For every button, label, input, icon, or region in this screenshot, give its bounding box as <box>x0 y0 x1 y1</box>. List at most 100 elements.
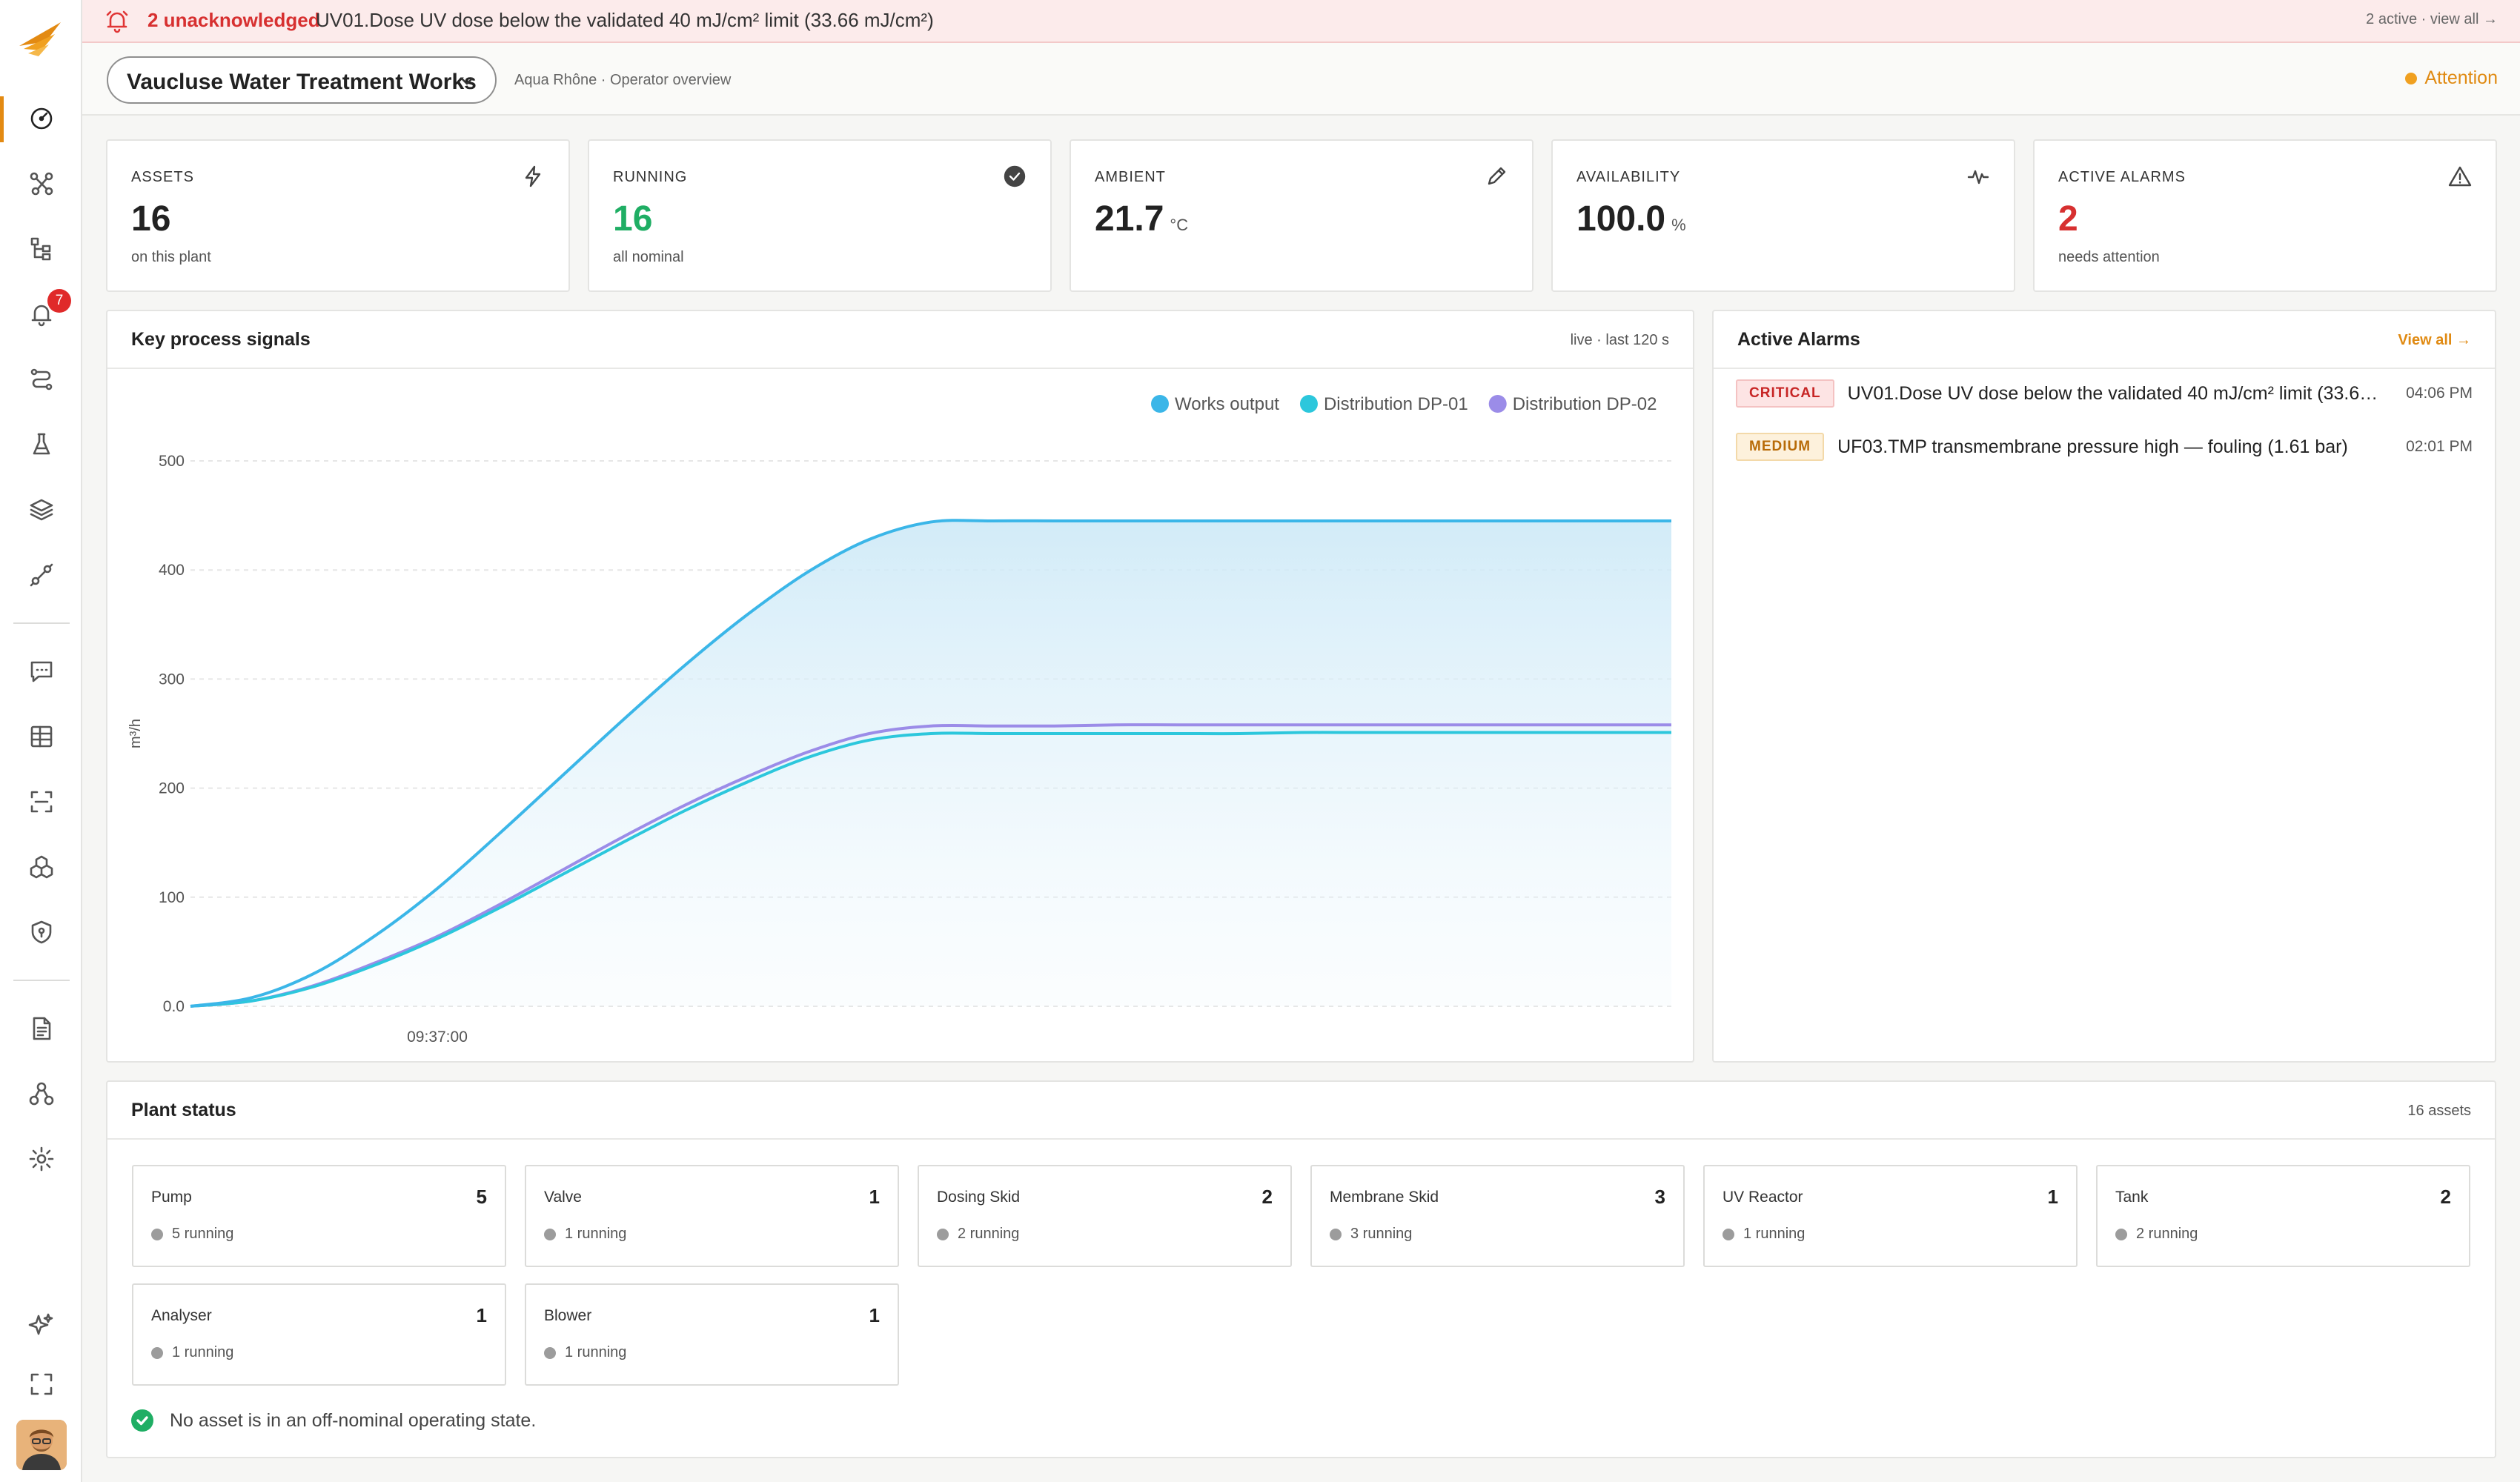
kpi-value: 100.0% <box>1576 199 1686 239</box>
y-tick-label: 400 <box>159 562 185 579</box>
asset-card-tank[interactable]: Tank 2 2 running <box>2096 1165 2470 1267</box>
panel-header: Key process signals live · last 120 s <box>107 311 1693 369</box>
fullscreen-icon[interactable] <box>25 1368 58 1400</box>
nav-divider <box>13 980 70 981</box>
severity-badge: MEDIUM <box>1736 433 1825 461</box>
view-all-alarms-link[interactable]: View all → <box>2398 332 2471 349</box>
settings-icon[interactable] <box>25 1143 58 1175</box>
plant-status-panel: Plant status 16 assets Pump 5 5 running … <box>106 1080 2496 1458</box>
asset-card-analyser[interactable]: Analyser 1 1 running <box>132 1283 506 1386</box>
asset-card-pump[interactable]: Pump 5 5 running <box>132 1165 506 1267</box>
kpi-sub: on this plant <box>131 249 211 265</box>
tables-icon[interactable] <box>25 720 58 753</box>
layers-icon[interactable] <box>25 494 58 526</box>
check-circle-icon <box>1003 165 1027 188</box>
plant-status: Attention <box>2405 67 2498 89</box>
asset-count: 1 <box>869 1186 880 1208</box>
alert-banner[interactable]: 2 unacknowledged UV01.Dose UV dose below… <box>82 0 2520 43</box>
y-tick-label: 300 <box>159 671 185 688</box>
asset-card-valve[interactable]: Valve 1 1 running <box>525 1165 899 1267</box>
lab-icon[interactable] <box>25 428 58 461</box>
kpi-label: AVAILABILITY <box>1576 169 1681 185</box>
running-label: 1 running <box>565 1226 627 1242</box>
kpi-label: ACTIVE ALARMS <box>2058 169 2186 185</box>
kpi-card-ambient: AMBIENT 21.7 °C <box>1070 139 1533 292</box>
asset-name: Blower <box>544 1307 592 1324</box>
kpi-number: 100.0 <box>1576 199 1666 239</box>
view-all-alerts-link[interactable]: 2 active · view all → <box>2366 11 2498 28</box>
messages-icon[interactable] <box>25 655 58 688</box>
legend-label: Distribution DP-01 <box>1324 394 1468 414</box>
kpi-value: 16 <box>131 199 170 239</box>
alarm-row[interactable]: MEDIUM UF03.TMP transmembrane pressure h… <box>1736 427 2473 467</box>
legend-label: Distribution DP-02 <box>1513 394 1657 414</box>
asset-card-blower[interactable]: Blower 1 1 running <box>525 1283 899 1386</box>
chevron-down-icon <box>457 71 477 92</box>
asset-count: 1 <box>476 1304 487 1326</box>
hierarchy-icon[interactable] <box>25 233 58 265</box>
running-label: 5 running <box>172 1226 234 1242</box>
asset-count: 2 <box>1261 1186 1273 1208</box>
running-label: 1 running <box>172 1344 234 1360</box>
asset-name: Dosing Skid <box>937 1189 1021 1206</box>
routes-icon[interactable] <box>25 363 58 396</box>
kpi-sub: all nominal <box>613 249 684 265</box>
status-dot <box>1722 1228 1734 1240</box>
asset-name: Valve <box>544 1189 582 1206</box>
header: Vaucluse Water Treatment Works Aqua Rhôn… <box>82 43 2520 116</box>
kpi-unit: °C <box>1170 216 1189 234</box>
bolt-icon <box>521 165 545 188</box>
org-icon[interactable] <box>25 1077 58 1110</box>
kpi-label: ASSETS <box>131 169 194 185</box>
security-icon[interactable] <box>25 916 58 948</box>
running-label: 2 running <box>958 1226 1020 1242</box>
status-dot <box>1330 1228 1342 1240</box>
warning-icon <box>2448 165 2472 188</box>
plant-selector[interactable]: Vaucluse Water Treatment Works <box>107 56 497 104</box>
area-fill <box>190 520 1671 1006</box>
panel-meta: 16 assets <box>2407 1103 2471 1119</box>
alarm-time: 02:01 PM <box>2406 438 2473 455</box>
assets-icon[interactable] <box>25 851 58 883</box>
asset-card-uv-reactor[interactable]: UV Reactor 1 1 running <box>1703 1165 2078 1267</box>
asset-running: 3 running <box>1330 1226 1412 1243</box>
panel-header: Plant status 16 assets <box>107 1082 2495 1140</box>
asset-running: 2 running <box>2115 1226 2198 1243</box>
kpi-label: RUNNING <box>613 169 688 185</box>
status-dot <box>151 1346 163 1359</box>
alarm-time: 04:06 PM <box>2406 385 2473 402</box>
pulse-icon <box>1966 165 1990 188</box>
integrations-icon[interactable] <box>25 559 58 591</box>
asset-card-membrane-skid[interactable]: Membrane Skid 3 3 running <box>1310 1165 1685 1267</box>
reports-icon[interactable] <box>25 1012 58 1045</box>
signals-panel: Key process signals live · last 120 s 0.… <box>106 310 1694 1063</box>
asset-running: 1 running <box>1722 1226 1805 1243</box>
logo[interactable] <box>16 16 67 61</box>
panel-meta: live · last 120 s <box>1570 332 1669 348</box>
alert-message: UV01.Dose UV dose below the validated 40… <box>316 9 934 31</box>
asset-card-dosing-skid[interactable]: Dosing Skid 2 2 running <box>918 1165 1292 1267</box>
y-tick-label: 0.0 <box>163 998 185 1015</box>
asset-running: 2 running <box>937 1226 1019 1243</box>
alarm-row[interactable]: CRITICAL UV01.Dose UV dose below the val… <box>1736 373 2473 413</box>
dashboard-icon[interactable] <box>25 102 58 135</box>
asset-name: Analyser <box>151 1307 212 1324</box>
running-label: 3 running <box>1350 1226 1413 1242</box>
asset-name: Membrane Skid <box>1330 1189 1439 1206</box>
sparkle-icon[interactable] <box>25 1309 58 1341</box>
scan-icon[interactable] <box>25 785 58 818</box>
kpi-number: 2 <box>2058 199 2078 239</box>
kpi-label: AMBIENT <box>1095 169 1166 185</box>
kpi-card-assets: ASSETS 16 on this plant <box>106 139 570 292</box>
y-tick-label: 500 <box>159 453 185 470</box>
header-subtitle: Aqua Rhône · Operator overview <box>514 72 732 88</box>
check-circle-icon <box>131 1409 153 1432</box>
kpi-sub: needs attention <box>2058 249 2160 265</box>
x-tick-label: 09:37:00 <box>407 1029 468 1046</box>
running-label: 2 running <box>2136 1226 2198 1242</box>
connections-icon[interactable] <box>25 167 58 200</box>
avatar[interactable] <box>16 1420 67 1470</box>
unacknowledged-count[interactable]: 2 unacknowledged <box>147 9 320 32</box>
kpi-number: 16 <box>613 199 653 239</box>
status-label: Attention <box>2424 67 2498 88</box>
